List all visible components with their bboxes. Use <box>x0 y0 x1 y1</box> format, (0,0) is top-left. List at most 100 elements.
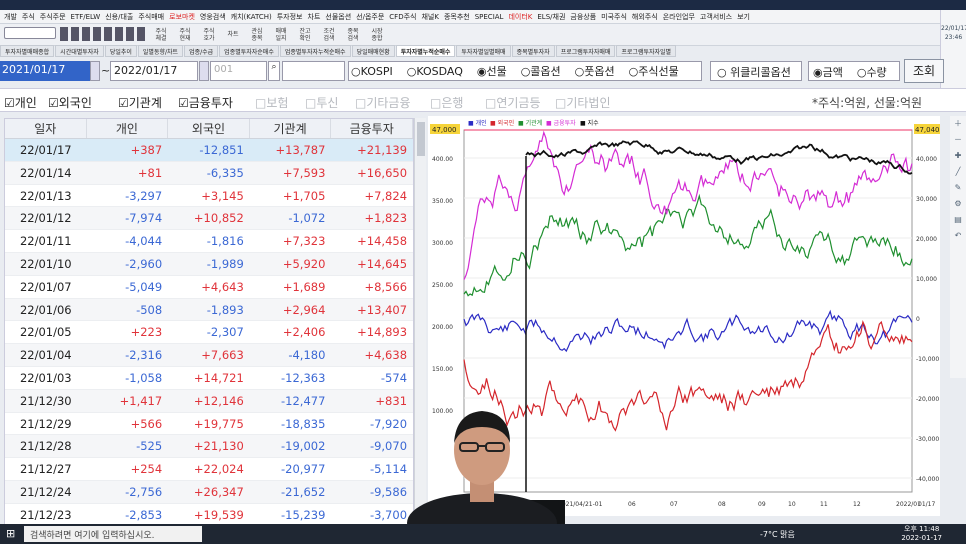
investor-checkbox[interactable]: □투신 <box>305 94 338 111</box>
column-header[interactable]: 금융투자 <box>331 119 413 138</box>
menu-item[interactable]: 채널K <box>421 12 438 22</box>
market-radio[interactable]: ○주식선물 <box>629 63 679 79</box>
end-date-field[interactable]: 2022/01/17 <box>110 61 198 81</box>
table-row[interactable]: 22/01/07 -5,049 +4,643 +1,689 +8,566 <box>5 276 413 299</box>
screen-tab[interactable]: 프로그램투자자매매 <box>555 45 616 57</box>
table-row[interactable]: 22/01/11 -4,044 -1,816 +7,323 +14,458 <box>5 230 413 253</box>
market-radio[interactable]: ○풋옵션 <box>575 63 615 79</box>
screen-tab[interactable]: 투자자별매매종합 <box>0 45 55 57</box>
menu-item[interactable]: 주식 <box>22 12 35 22</box>
investor-checkbox[interactable]: □연기금등 <box>485 94 541 111</box>
menu-item[interactable]: 영웅검색 <box>200 12 226 22</box>
table-row[interactable]: 21/12/28 -525 +21,130 -19,002 -9,070 <box>5 435 413 459</box>
menu-item[interactable]: 투자정보 <box>277 12 303 22</box>
cross-icon[interactable]: ✚ <box>950 148 966 164</box>
menu-item[interactable]: SPECIAL <box>475 13 504 21</box>
column-header[interactable]: 기관계 <box>250 119 332 138</box>
screen-tab[interactable]: 프로그램투자자일별 <box>616 45 677 57</box>
menu-item[interactable]: 보기 <box>737 12 750 22</box>
table-row[interactable]: 22/01/13 -3,297 +3,145 +1,705 +7,824 <box>5 185 413 208</box>
toolbar-button[interactable]: 조건 검색 <box>318 25 340 45</box>
column-header[interactable]: 개인 <box>87 119 169 138</box>
table-row[interactable]: 22/01/04 -2,316 +7,663 -4,180 +4,638 <box>5 344 413 367</box>
investor-checkbox[interactable]: □은행 <box>430 94 463 111</box>
table-row[interactable]: 22/01/03 -1,058 +14,721 -12,363 -574 <box>5 367 413 390</box>
screen-tab[interactable]: 업종별투자자순매수 <box>219 45 279 57</box>
quick-icons[interactable] <box>60 27 146 41</box>
menu-item[interactable]: 데이터K <box>508 12 532 22</box>
toolbar-button[interactable]: 잔고 확인 <box>294 25 316 45</box>
screen-tab[interactable]: 일별동향/차트 <box>137 45 184 57</box>
calendar-icon[interactable] <box>199 61 209 81</box>
screen-tab[interactable]: 업종/수급 <box>184 45 219 57</box>
column-header[interactable]: 외국인 <box>168 119 250 138</box>
table-row[interactable]: 22/01/12 -7,974 +10,852 -1,072 +1,823 <box>5 207 413 231</box>
name-field[interactable] <box>282 61 345 81</box>
menu-item[interactable]: 종목추천 <box>444 12 470 22</box>
menu-item[interactable]: 로보마켓 <box>169 12 195 22</box>
menu-item[interactable]: 신용/대출 <box>105 12 133 22</box>
print-icon[interactable]: ▤ <box>950 212 966 228</box>
menu-item[interactable]: 해외주식 <box>632 12 658 22</box>
scroll-thumb[interactable] <box>417 122 425 156</box>
menu-item[interactable]: ELS/채권 <box>537 12 565 22</box>
investor-checkbox[interactable]: □기타금융 <box>355 94 411 111</box>
toolbar-button[interactable]: 종목 검색 <box>342 25 364 45</box>
search-icon[interactable]: ⌕ <box>268 61 280 81</box>
screen-tab[interactable]: 종목별투자자 <box>511 45 555 57</box>
menu-item[interactable]: 주식주문 <box>40 12 66 22</box>
line-tool-icon[interactable]: ╱ <box>950 164 966 180</box>
screen-tab[interactable]: 투자자별일별매매 <box>456 45 511 57</box>
investor-checkbox[interactable]: ☑개인 <box>4 94 37 111</box>
quantity-radio[interactable]: ○수량 <box>857 64 887 79</box>
toolbar-button[interactable]: 관심 종목 <box>246 25 268 45</box>
query-button[interactable]: 조회 <box>904 59 944 83</box>
menu-item[interactable]: 금융상품 <box>570 12 596 22</box>
market-radio[interactable]: ○콜옵션 <box>521 63 561 79</box>
table-row[interactable]: 22/01/14 +81 -6,335 +7,593 +16,650 <box>5 161 413 185</box>
menu-item[interactable]: 주식매매 <box>138 12 164 22</box>
menu-search-input[interactable] <box>4 27 56 39</box>
screen-tab[interactable]: 당일추이 <box>104 45 137 57</box>
menu-item[interactable]: 온라인업무 <box>663 12 695 22</box>
menu-item[interactable]: 개발 <box>4 12 17 22</box>
toolbar-button[interactable]: 시장 종합 <box>366 25 388 45</box>
menu-item[interactable]: 미국주식 <box>601 12 627 22</box>
weekly-call-option-radio[interactable]: ○ 위클리콜옵션 <box>710 61 802 81</box>
menu-item[interactable]: 고객서비스 <box>700 12 732 22</box>
pen-icon[interactable]: ✎ <box>950 180 966 196</box>
taskbar-search-input[interactable]: 검색하려면 여기에 입력하십시오. <box>24 526 202 542</box>
settings-icon[interactable]: ⚙ <box>950 196 966 212</box>
screen-tab[interactable]: 투자자별누적순매수 <box>395 45 456 57</box>
toolbar-button[interactable]: 주식 호가 <box>198 25 220 45</box>
menu-item[interactable]: 캐치(KATCH) <box>231 12 272 22</box>
windows-start-icon[interactable]: ⊞ <box>6 527 15 540</box>
investor-checkbox[interactable]: □기타법인 <box>555 94 611 111</box>
menu-item[interactable]: 선물옵션 <box>325 12 351 22</box>
table-row[interactable]: 22/01/05 +223 -2,307 +2,406 +14,893 <box>5 321 413 345</box>
investor-checkbox[interactable]: ☑기관계 <box>118 94 162 111</box>
table-row[interactable]: 22/01/10 -2,960 -1,989 +5,920 +14,645 <box>5 252 413 276</box>
menu-item[interactable]: CFD주식 <box>389 12 416 22</box>
zoom-out-icon[interactable]: － <box>950 132 966 148</box>
table-row[interactable]: 22/01/17 +387 -12,851 +13,787 +21,139 <box>5 139 413 162</box>
screen-tab[interactable]: 시간대별투자자 <box>55 45 104 57</box>
menu-item[interactable]: ETF/ELW <box>71 13 101 21</box>
table-row[interactable]: 21/12/27 +254 +22,024 -20,977 -5,114 <box>5 458 413 481</box>
investor-checkbox[interactable]: □보험 <box>255 94 288 111</box>
start-date-field[interactable]: 2021/01/17 <box>0 61 90 81</box>
table-row[interactable]: 21/12/24 -2,756 +26,347 -21,652 -9,586 <box>5 480 413 504</box>
investor-checkbox[interactable]: ☑외국인 <box>48 94 92 111</box>
toolbar-button[interactable]: 매매 일지 <box>270 25 292 45</box>
screen-tab[interactable]: 업종별투자자누적순매수 <box>279 45 351 57</box>
toolbar-button[interactable]: 차트 <box>222 25 244 45</box>
menu-item[interactable]: 선/옵주문 <box>356 12 384 22</box>
table-row[interactable]: 21/12/29 +566 +19,775 -18,835 -7,920 <box>5 413 413 436</box>
code-input[interactable]: 001 <box>210 61 267 81</box>
table-row[interactable]: 22/01/06 -508 -1,893 +2,964 +13,407 <box>5 298 413 322</box>
market-radio[interactable]: ○KOSDAQ <box>407 65 463 78</box>
table-row[interactable]: 21/12/30 +1,417 +12,146 -12,477 +831 <box>5 389 413 413</box>
toolbar-button[interactable]: 주식 현재 <box>174 25 196 45</box>
toolbar-button[interactable]: 주식 체결 <box>150 25 172 45</box>
calendar-icon[interactable] <box>90 61 100 81</box>
